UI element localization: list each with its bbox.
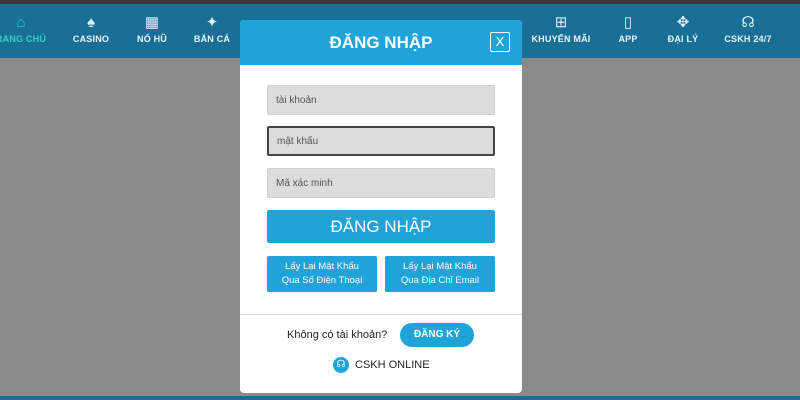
agent-icon: ✥ [676, 14, 690, 31]
nav-item-label: CASINO [72, 34, 110, 44]
nav-item-home[interactable]: ⌂ RANG CHỦ [0, 12, 56, 44]
password-input[interactable] [267, 126, 495, 156]
online-support-label: CSKH ONLINE [355, 359, 430, 371]
captcha-input[interactable] [267, 168, 495, 198]
recover-password-phone-button[interactable]: Lấy Lại Mật Khẩu Qua Số Điện Thoại [267, 256, 377, 292]
recover-line: Lấy Lại Mật Khẩu [285, 261, 359, 272]
recover-line: Qua Địa Chỉ Email [400, 275, 480, 286]
nav-item-support[interactable]: ☊ CSKH 24/7 [713, 12, 783, 44]
nav-item-fishing[interactable]: ✦ BẮN CÁ [177, 12, 247, 44]
gift-icon: ⊞ [554, 14, 568, 31]
nav-item-label: RANG CHỦ [0, 34, 47, 44]
nav-item-label: ĐẠI LÝ [667, 34, 699, 44]
nav-item-label: CSKH 24/7 [724, 34, 772, 44]
nav-item-label: BẮN CÁ [193, 34, 231, 44]
login-modal: ĐĂNG NHẬP X ĐĂNG NHẬP Lấy Lại Mật Khẩu Qu… [240, 20, 522, 393]
nav-item-agent[interactable]: ✥ ĐẠI LÝ [648, 12, 718, 44]
headset-icon: ☊ [741, 14, 755, 31]
cards-icon: ♠ [87, 14, 95, 31]
recover-line: Qua Số Điện Thoại [281, 275, 363, 286]
modal-header: ĐĂNG NHẬP X [240, 20, 522, 65]
close-icon[interactable]: X [490, 32, 510, 52]
register-button[interactable]: ĐĂNG KÝ [400, 323, 474, 347]
divider [240, 314, 522, 315]
login-button[interactable]: ĐĂNG NHẬP [267, 210, 495, 243]
bottom-bar [0, 396, 800, 400]
online-support-link[interactable]: ☊ CSKH ONLINE [333, 356, 430, 374]
recover-password-email-button[interactable]: Lấy Lại Mật Khẩu Qua Địa Chỉ Email [385, 256, 495, 292]
nav-item-casino[interactable]: ♠ CASINO [56, 12, 126, 44]
nav-item-promotions[interactable]: ⊞ KHUYẾN MÃI [526, 12, 596, 44]
nav-item-label: KHUYẾN MÃI [531, 34, 591, 44]
recover-line: Lấy Lại Mật Khẩu [403, 261, 477, 272]
modal-title: ĐĂNG NHẬP [329, 33, 433, 52]
headset-icon: ☊ [333, 357, 349, 373]
fish-icon: ✦ [205, 14, 219, 31]
no-account-text: Không có tài khoản? [287, 329, 388, 341]
home-icon: ⌂ [16, 14, 26, 31]
username-input[interactable] [267, 85, 495, 115]
